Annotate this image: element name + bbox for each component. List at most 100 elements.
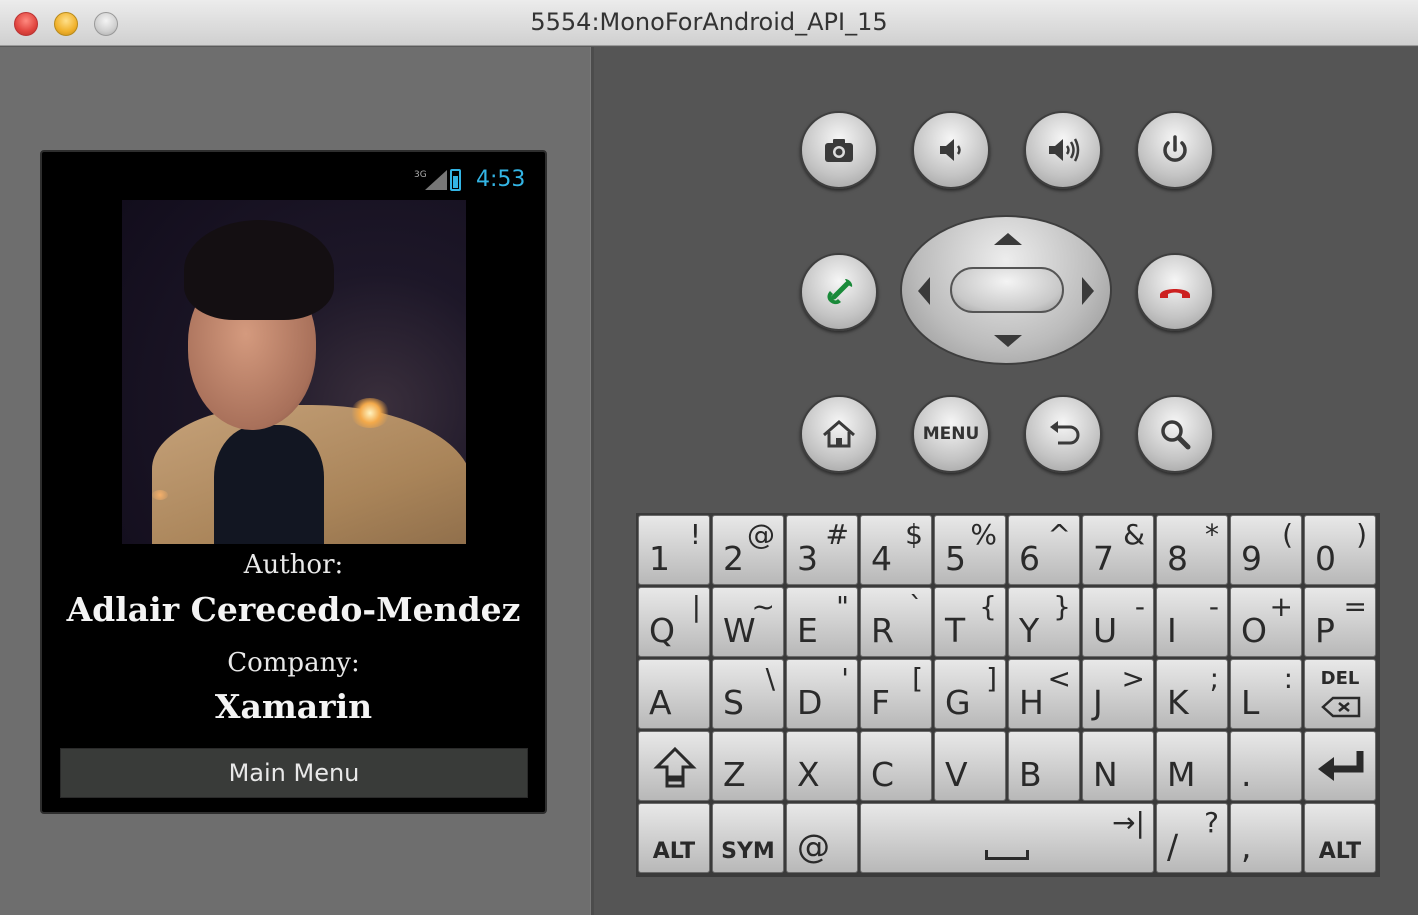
key-w[interactable]: W ~ (712, 587, 784, 657)
menu-button[interactable]: MENU (912, 395, 990, 473)
key-alt-label: " (836, 590, 849, 623)
key-label: J (1093, 683, 1103, 722)
key-b[interactable]: B (1008, 731, 1080, 801)
key-z[interactable]: Z (712, 731, 784, 801)
key-5[interactable]: 5% (934, 515, 1006, 585)
key-label: K (1167, 683, 1189, 722)
key-alt-label: - (1208, 590, 1219, 623)
key-label: 4 (871, 539, 892, 578)
key-3[interactable]: 3 # (786, 515, 858, 585)
key-label: V (945, 755, 968, 794)
key-q[interactable]: Q | (638, 587, 710, 657)
key-alt-label: : (1283, 662, 1293, 695)
key-l[interactable]: L: (1230, 659, 1302, 729)
key-label: S (723, 683, 744, 722)
author-name: Adlair Cerecedo-Mendez (66, 590, 521, 629)
volume-down-button[interactable] (912, 111, 990, 189)
key-4[interactable]: 4 $ (860, 515, 932, 585)
key-alt-label: ^ (1047, 518, 1071, 551)
key-x[interactable]: X (786, 731, 858, 801)
key-0[interactable]: 0) (1304, 515, 1376, 585)
key-alt-label: ) (1356, 518, 1367, 551)
status-clock: 4:53 (476, 167, 526, 192)
key-m[interactable]: M (1156, 731, 1228, 801)
camera-icon (825, 139, 853, 162)
key-alt-left[interactable]: ALT (638, 803, 710, 873)
volume-up-icon (1049, 138, 1080, 162)
key-at[interactable]: @ (786, 803, 858, 873)
key-label: R (871, 611, 894, 650)
key-label: B (1019, 755, 1042, 794)
key-alt-label: $ (905, 518, 923, 551)
key-alt-label: < (1047, 662, 1071, 695)
key-1[interactable]: 1! (638, 515, 710, 585)
key-d[interactable]: D ' (786, 659, 858, 729)
key-v[interactable]: V (934, 731, 1006, 801)
key-label: X (797, 755, 820, 794)
dpad-up-icon[interactable] (994, 233, 1022, 245)
dpad-center-button[interactable] (950, 267, 1064, 313)
dpad-left-icon[interactable] (918, 277, 930, 305)
key-space[interactable]: →| (860, 803, 1154, 873)
key-label: T (945, 611, 966, 650)
key-2[interactable]: 2 @ (712, 515, 784, 585)
key-c[interactable]: C (860, 731, 932, 801)
key-alt-label: & (1123, 518, 1145, 551)
key-s[interactable]: S \ (712, 659, 784, 729)
key-enter[interactable] (1304, 731, 1376, 801)
home-button[interactable] (800, 395, 878, 473)
key-label: C (871, 755, 895, 794)
status-bar: 3G 4:53 (42, 166, 545, 196)
key-shift[interactable] (638, 731, 710, 801)
company-label: Company: (227, 648, 360, 678)
key-u[interactable]: U- (1082, 587, 1154, 657)
dpad-right-icon[interactable] (1082, 277, 1094, 305)
key-8[interactable]: 8 * (1156, 515, 1228, 585)
key-7[interactable]: 7 & (1082, 515, 1154, 585)
key-6[interactable]: 6 ^ (1008, 515, 1080, 585)
search-button[interactable] (1136, 395, 1214, 473)
key-sym-label: SYM (721, 839, 775, 864)
key-delete[interactable]: DEL (1304, 659, 1376, 729)
battery-icon (450, 169, 461, 191)
title-bar: 5554:MonoForAndroid_API_15 (0, 0, 1418, 46)
power-button[interactable] (1136, 111, 1214, 189)
shift-icon (653, 746, 697, 788)
key-alt-label: # (825, 518, 849, 551)
key-i[interactable]: I- (1156, 587, 1228, 657)
key-t[interactable]: T{ (934, 587, 1006, 657)
key-o[interactable]: O + (1230, 587, 1302, 657)
key-n[interactable]: N (1082, 731, 1154, 801)
key-slash[interactable]: /? (1156, 803, 1228, 873)
key-9[interactable]: 9( (1230, 515, 1302, 585)
key-g[interactable]: G] (934, 659, 1006, 729)
key-h[interactable]: H < (1008, 659, 1080, 729)
key-comma[interactable]: , (1230, 803, 1302, 873)
key-period[interactable]: . (1230, 731, 1302, 801)
main-menu-button[interactable]: Main Menu (60, 748, 528, 798)
key-sym[interactable]: SYM (712, 803, 784, 873)
key-alt-right[interactable]: ALT (1304, 803, 1376, 873)
call-button[interactable] (800, 253, 878, 331)
end-call-button[interactable] (1136, 253, 1214, 331)
key-r[interactable]: R ` (860, 587, 932, 657)
key-e[interactable]: E " (786, 587, 858, 657)
dpad-down-icon[interactable] (994, 335, 1022, 347)
key-alt-label: \ (765, 662, 775, 695)
key-k[interactable]: K; (1156, 659, 1228, 729)
back-button[interactable] (1024, 395, 1102, 473)
key-alt-label: ] (986, 662, 997, 695)
key-f[interactable]: F[ (860, 659, 932, 729)
key-label: 3 (797, 539, 818, 578)
phone-screen: 3G 4:53 Author: Adlair Cerecedo-Mendez C… (40, 150, 547, 814)
key-label: , (1241, 827, 1252, 866)
camera-button[interactable] (800, 111, 878, 189)
key-alt-label: ~ (751, 590, 775, 623)
key-y[interactable]: Y} (1008, 587, 1080, 657)
key-label: D (797, 683, 823, 722)
key-p[interactable]: P = (1304, 587, 1376, 657)
key-j[interactable]: J > (1082, 659, 1154, 729)
volume-up-button[interactable] (1024, 111, 1102, 189)
key-label: 7 (1093, 539, 1114, 578)
key-a[interactable]: A (638, 659, 710, 729)
